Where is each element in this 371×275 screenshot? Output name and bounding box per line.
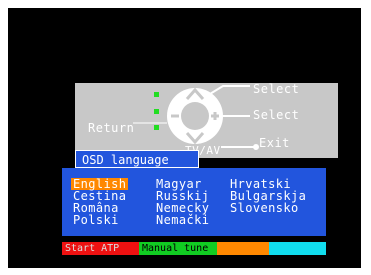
select-up-label: Select xyxy=(253,82,300,96)
language-column-3: Hrvatski Bulgarskja Slovensko xyxy=(228,178,308,214)
green-key-manual-tune[interactable]: Manual tune xyxy=(139,242,217,255)
return-label: Return xyxy=(88,121,135,135)
indicator-dot xyxy=(154,92,159,97)
indicator-dot xyxy=(154,109,159,114)
select-right-label: Select xyxy=(253,108,300,122)
color-key-bar: Start ATP Manual tune xyxy=(62,242,326,255)
dpad-center xyxy=(181,102,209,130)
indicator-dot xyxy=(154,125,159,130)
cyan-key[interactable] xyxy=(269,242,326,255)
tv-frame: Select Select Exit Return TV/AV OSD lang… xyxy=(0,0,371,275)
tv-screen: Select Select Exit Return TV/AV OSD lang… xyxy=(8,8,361,268)
language-option-nemacki[interactable]: Nemački xyxy=(154,214,211,226)
language-option-polski[interactable]: Polski xyxy=(71,214,128,226)
orange-key[interactable] xyxy=(217,242,269,255)
language-option-slovensko[interactable]: Slovensko xyxy=(228,202,308,214)
red-key-start-atp[interactable]: Start ATP xyxy=(62,242,139,255)
exit-label: Exit xyxy=(259,136,290,150)
osd-language-title: OSD language xyxy=(75,150,199,168)
remote-help-panel: Select Select Exit Return TV/AV xyxy=(75,83,338,158)
language-column-2: Magyar Russkij Nemecky Nemački xyxy=(154,178,211,226)
language-list: English Cestina Româna Polski Magyar Rus… xyxy=(62,168,326,236)
language-column-1: English Cestina Româna Polski xyxy=(71,178,129,226)
